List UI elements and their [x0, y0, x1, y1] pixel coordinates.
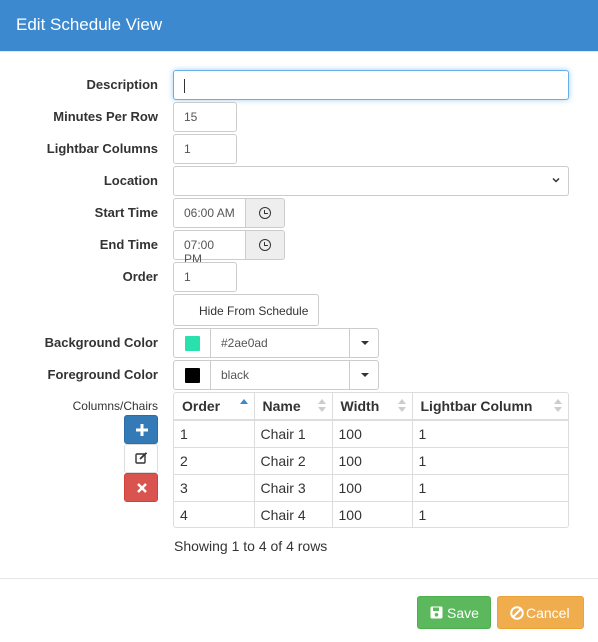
- hide-from-schedule-toggle[interactable]: Hide From Schedule: [173, 294, 319, 326]
- cell-order: 1: [174, 419, 255, 447]
- pagination-info: Showing 1 to 4 of 4 rows: [174, 538, 328, 554]
- sort-asc-icon: [239, 399, 248, 413]
- cell-name: Chair 1: [254, 419, 333, 447]
- foreground-color-input[interactable]: black: [210, 360, 350, 390]
- minutes-per-row-value: 15: [184, 110, 198, 124]
- end-time-input[interactable]: 07:00 PM: [173, 230, 246, 266]
- foreground-color-label: Foreground Color: [47, 367, 159, 382]
- cell-order: 3: [174, 473, 255, 501]
- cell-name: Chair 2: [254, 446, 333, 474]
- column-header-label: Width: [340, 398, 380, 414]
- foreground-color-dropdown-button[interactable]: [349, 360, 379, 390]
- cell-lightbar-column: 1: [412, 473, 568, 501]
- lightbar-columns-value: 1: [184, 142, 191, 156]
- column-header-width[interactable]: Width: [332, 393, 413, 421]
- modal-header: Edit Schedule View: [0, 0, 598, 52]
- start-time-input[interactable]: 06:00 AM: [173, 198, 246, 228]
- plus-icon: [136, 424, 148, 436]
- background-color-swatch-box[interactable]: [173, 328, 211, 358]
- table-row[interactable]: 1 Chair 1 100 1: [174, 419, 568, 447]
- modal-title: Edit Schedule View: [16, 15, 163, 34]
- minutes-per-row-input[interactable]: 15: [173, 102, 237, 132]
- cell-width: 100: [332, 446, 413, 474]
- column-header-label: Lightbar Column: [420, 398, 533, 414]
- add-chair-button[interactable]: [124, 415, 158, 444]
- foreground-color-value: black: [221, 368, 250, 382]
- column-header-order[interactable]: Order: [174, 393, 255, 421]
- column-header-label: Order: [182, 398, 221, 414]
- start-time-label: Start Time: [94, 205, 158, 220]
- clock-icon: [259, 239, 271, 251]
- caret-down-icon: [361, 341, 369, 345]
- edit-chair-button[interactable]: [124, 444, 158, 473]
- columns-chairs-label: Columns/Chairs: [72, 399, 158, 413]
- hide-from-schedule-label: Hide From Schedule: [199, 304, 309, 318]
- order-input[interactable]: 1: [173, 262, 237, 292]
- cell-width: 100: [332, 500, 413, 527]
- description-label: Description: [86, 77, 158, 92]
- edit-schedule-view-modal: Edit Schedule View Description Minutes P…: [0, 0, 598, 642]
- location-label: Location: [103, 173, 158, 188]
- background-color-value: #2ae0ad: [221, 336, 268, 350]
- end-time-clock-button[interactable]: [245, 230, 285, 260]
- table-header-row: Order Name Width Lightbar Column: [174, 393, 568, 421]
- cell-name: Chair 4: [254, 500, 333, 527]
- save-label: Save: [447, 605, 479, 621]
- background-color-swatch: [185, 336, 200, 351]
- table-row[interactable]: 2 Chair 2 100 1: [174, 446, 568, 474]
- cell-lightbar-column: 1: [412, 500, 568, 527]
- clock-icon: [259, 207, 271, 219]
- ban-icon: [510, 606, 524, 620]
- save-button[interactable]: Save: [417, 596, 491, 629]
- start-time-value: 06:00 AM: [184, 206, 235, 220]
- background-color-dropdown-button[interactable]: [349, 328, 379, 358]
- cancel-button[interactable]: Cancel: [497, 596, 584, 629]
- delete-chair-button[interactable]: [124, 473, 158, 502]
- foreground-color-swatch-box[interactable]: [173, 360, 211, 390]
- minutes-per-row-label: Minutes Per Row: [53, 109, 158, 124]
- foreground-color-swatch: [185, 368, 200, 383]
- chairs-table: Order Name Width Lightbar Column 1 Chair…: [173, 392, 569, 528]
- background-color-label: Background Color: [44, 335, 158, 350]
- background-color-input[interactable]: #2ae0ad: [210, 328, 350, 358]
- column-header-name[interactable]: Name: [254, 393, 333, 421]
- end-time-label: End Time: [99, 237, 158, 252]
- cell-width: 100: [332, 419, 413, 447]
- sort-icon: [554, 399, 562, 413]
- cancel-label: Cancel: [526, 605, 570, 621]
- edit-icon: [135, 452, 148, 464]
- table-row[interactable]: 3 Chair 3 100 1: [174, 473, 568, 501]
- times-icon: [137, 483, 147, 493]
- order-value: 1: [184, 270, 191, 284]
- lightbar-columns-label: Lightbar Columns: [46, 141, 158, 156]
- floppy-disk-icon: [430, 606, 443, 619]
- lightbar-columns-input[interactable]: 1: [173, 134, 237, 164]
- text-caret: [184, 78, 185, 93]
- description-input[interactable]: [173, 70, 569, 100]
- cell-name: Chair 3: [254, 473, 333, 501]
- cell-lightbar-column: 1: [412, 446, 568, 474]
- sort-icon: [317, 399, 326, 413]
- order-label: Order: [122, 269, 158, 284]
- cell-order: 4: [174, 500, 255, 527]
- cell-order: 2: [174, 446, 255, 474]
- column-header-label: Name: [262, 398, 301, 414]
- column-header-lightbar-column[interactable]: Lightbar Column: [412, 393, 568, 421]
- cell-width: 100: [332, 473, 413, 501]
- caret-down-icon: [361, 373, 369, 377]
- start-time-clock-button[interactable]: [245, 198, 285, 228]
- table-row[interactable]: 4 Chair 4 100 1: [174, 500, 568, 527]
- location-select[interactable]: [173, 166, 569, 196]
- sort-icon: [397, 399, 406, 413]
- chevron-down-icon: [552, 177, 560, 183]
- cell-lightbar-column: 1: [412, 419, 568, 447]
